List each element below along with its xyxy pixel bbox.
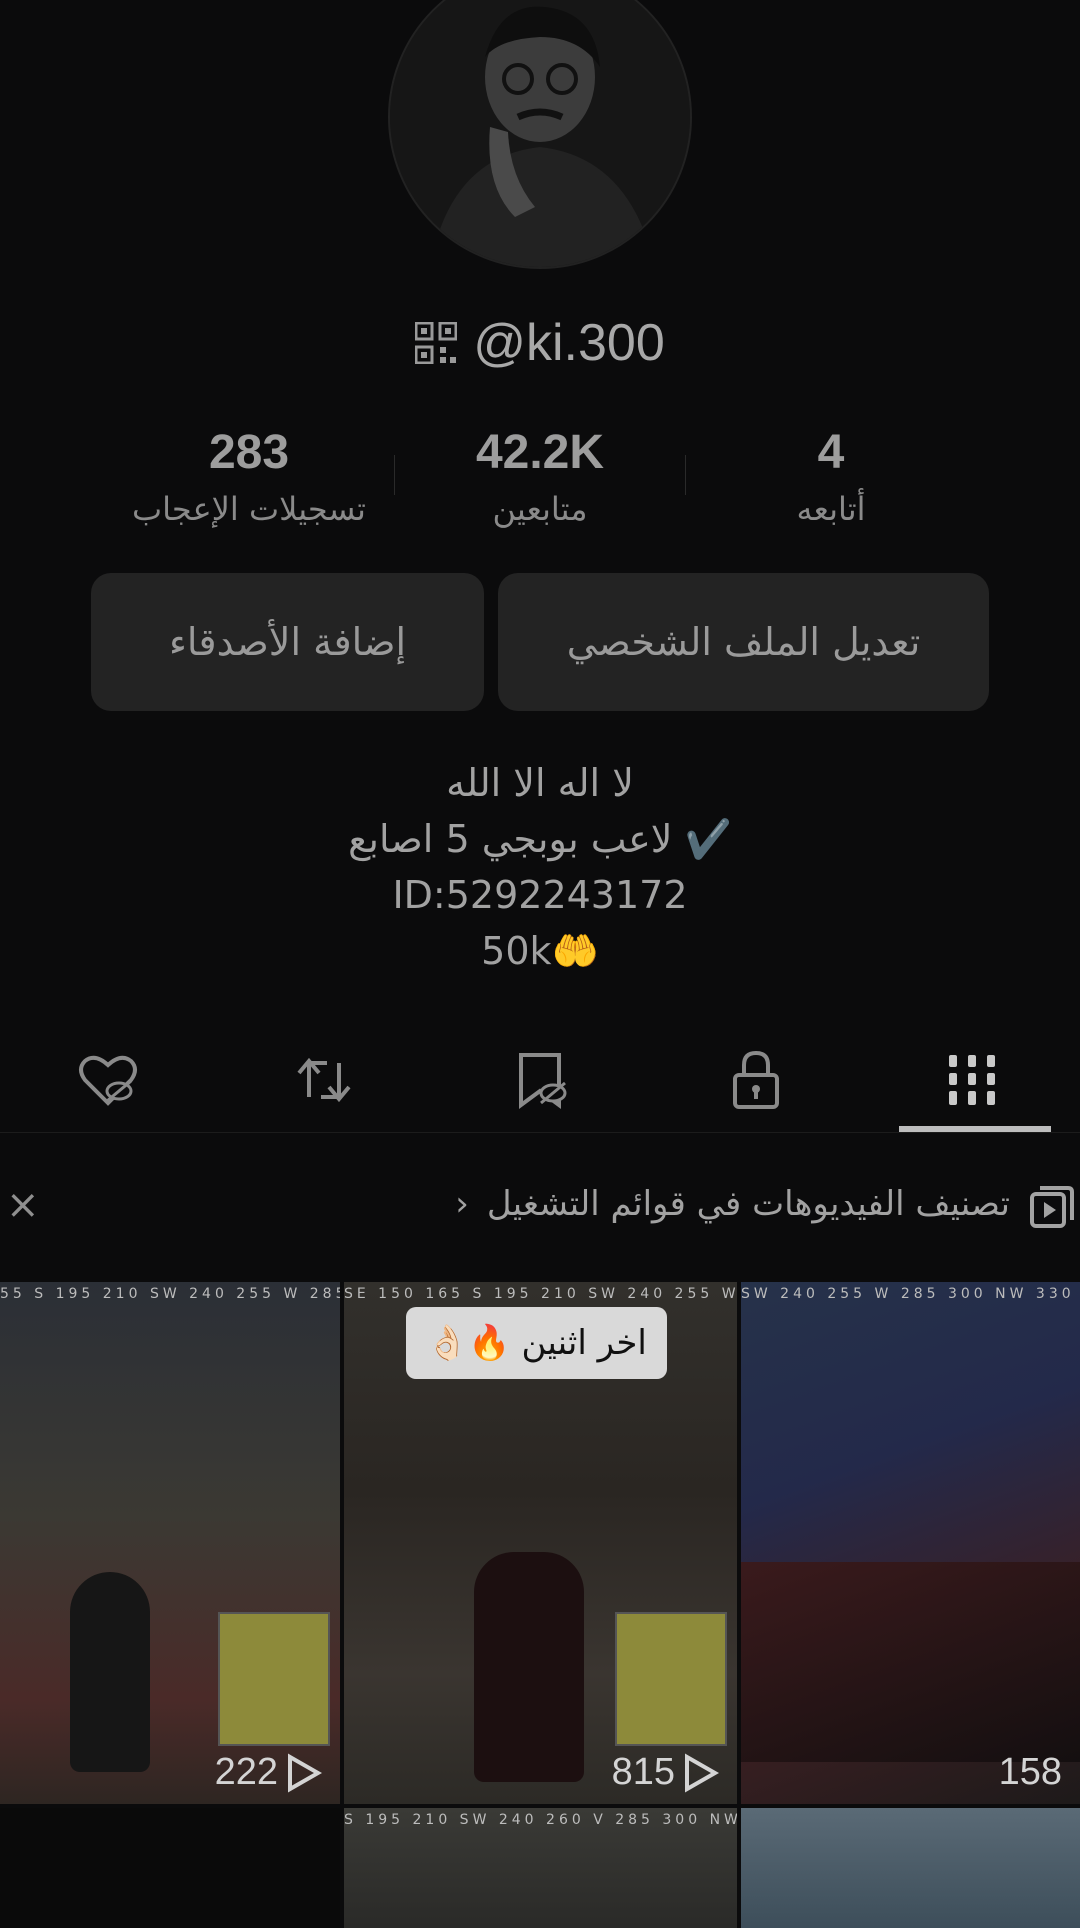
grid-icon <box>949 1055 995 1105</box>
qr-code-icon[interactable] <box>415 322 458 364</box>
view-count: 815 <box>612 1751 719 1794</box>
bio-line: 50k🤲 <box>481 929 599 973</box>
bio-line: لاعب بوبجي 5 اصابع ✔️ <box>348 817 732 861</box>
banner-label: تصنيف الفيديوهات في قوائم التشغيل <box>486 1184 1010 1224</box>
avatar-image <box>390 0 690 267</box>
username-row: @ki.300 <box>0 308 1080 378</box>
hud-loot-panel <box>615 1612 727 1746</box>
video-thumbnail[interactable] <box>741 1808 1080 1928</box>
hud-compass: SW 240 255 W 285 300 NW 330 345 <box>741 1286 1080 1302</box>
bio-line: لا اله الا الله <box>446 761 634 805</box>
video-thumbnail[interactable]: SE 150 165 S 195 210 SW 240 255 W اخر اث… <box>344 1282 737 1804</box>
video-grid: 55 S 195 210 SW 240 255 W 285 300 NW 222… <box>0 1282 1080 1928</box>
video-thumbnail[interactable] <box>0 1808 340 1928</box>
video-thumbnail[interactable]: S 195 210 SW 240 260 V 285 300 NW 330 <box>344 1808 737 1928</box>
video-thumbnail[interactable]: SW 240 255 W 285 300 NW 330 345 158 <box>741 1282 1080 1804</box>
profile-avatar[interactable] <box>388 0 692 269</box>
playlist-banner[interactable]: × تصنيف الفيديوهات في قوائم التشغيل ‹ <box>0 1178 1080 1244</box>
video-thumbnail[interactable]: 55 S 195 210 SW 240 255 W 285 300 NW 222 <box>0 1282 340 1804</box>
hud-compass: SE 150 165 S 195 210 SW 240 255 W <box>344 1286 737 1302</box>
likes-count: 283 <box>208 426 290 479</box>
play-icon <box>288 1753 322 1792</box>
lock-icon <box>733 1050 779 1109</box>
playlist-banner-text[interactable]: تصنيف الفيديوهات في قوائم التشغيل ‹ <box>455 1184 1010 1224</box>
view-count: 158 <box>999 1751 1062 1794</box>
view-count: 222 <box>215 1751 322 1794</box>
tab-liked[interactable] <box>0 1030 216 1130</box>
close-icon[interactable]: × <box>6 1182 40 1228</box>
following-label: أتابعه <box>796 490 866 528</box>
view-count-number: 815 <box>611 1751 675 1793</box>
likes-label: تسجيلات الإعجاب <box>132 490 366 528</box>
play-icon <box>685 1753 719 1792</box>
hud-loot-panel <box>218 1612 330 1746</box>
add-friends-button[interactable]: إضافة الأصدقاء <box>91 573 484 711</box>
repost-icon <box>297 1057 351 1103</box>
favorites-private-icon <box>519 1053 567 1109</box>
tab-videos[interactable] <box>864 1030 1080 1130</box>
hud-compass: 55 S 195 210 SW 240 255 W 285 300 NW <box>0 1286 340 1302</box>
profile-stats: 283 تسجيلات الإعجاب 42.2K متابعين 4 أتاب… <box>0 425 1080 545</box>
stat-following[interactable]: 4 أتابعه <box>686 425 976 528</box>
tab-reposts[interactable] <box>216 1030 432 1130</box>
followers-label: متابعين <box>492 490 588 528</box>
view-count-number: 158 <box>998 1751 1062 1793</box>
stat-likes[interactable]: 283 تسجيلات الإعجاب <box>104 425 394 528</box>
video-caption: اخر اثنين 🔥👌🏻 <box>406 1307 667 1379</box>
tabs-divider <box>0 1132 1080 1133</box>
stat-followers[interactable]: 42.2K متابعين <box>395 425 685 528</box>
profile-tabs <box>0 1030 1080 1130</box>
username: @ki.300 <box>473 314 665 372</box>
playlist-icon <box>1030 1186 1074 1228</box>
bio-line: ID:5292243172 <box>392 873 688 917</box>
view-count-number: 222 <box>214 1751 278 1793</box>
tab-private[interactable] <box>648 1030 864 1130</box>
chevron-left-icon: ‹ <box>455 1184 469 1224</box>
following-count: 4 <box>817 426 845 479</box>
profile-bio: لا اله الا الله لاعب بوبجي 5 اصابع ✔️ ID… <box>0 755 1080 979</box>
followers-count: 42.2K <box>475 426 605 479</box>
game-scene <box>741 1562 1080 1762</box>
hud-compass: S 195 210 SW 240 260 V 285 300 NW 330 <box>344 1812 737 1828</box>
edit-profile-button[interactable]: تعديل الملف الشخصي <box>498 573 989 711</box>
liked-private-icon <box>79 1055 137 1106</box>
game-character <box>474 1552 584 1782</box>
game-character <box>70 1572 150 1772</box>
tab-favorites[interactable] <box>432 1030 648 1130</box>
